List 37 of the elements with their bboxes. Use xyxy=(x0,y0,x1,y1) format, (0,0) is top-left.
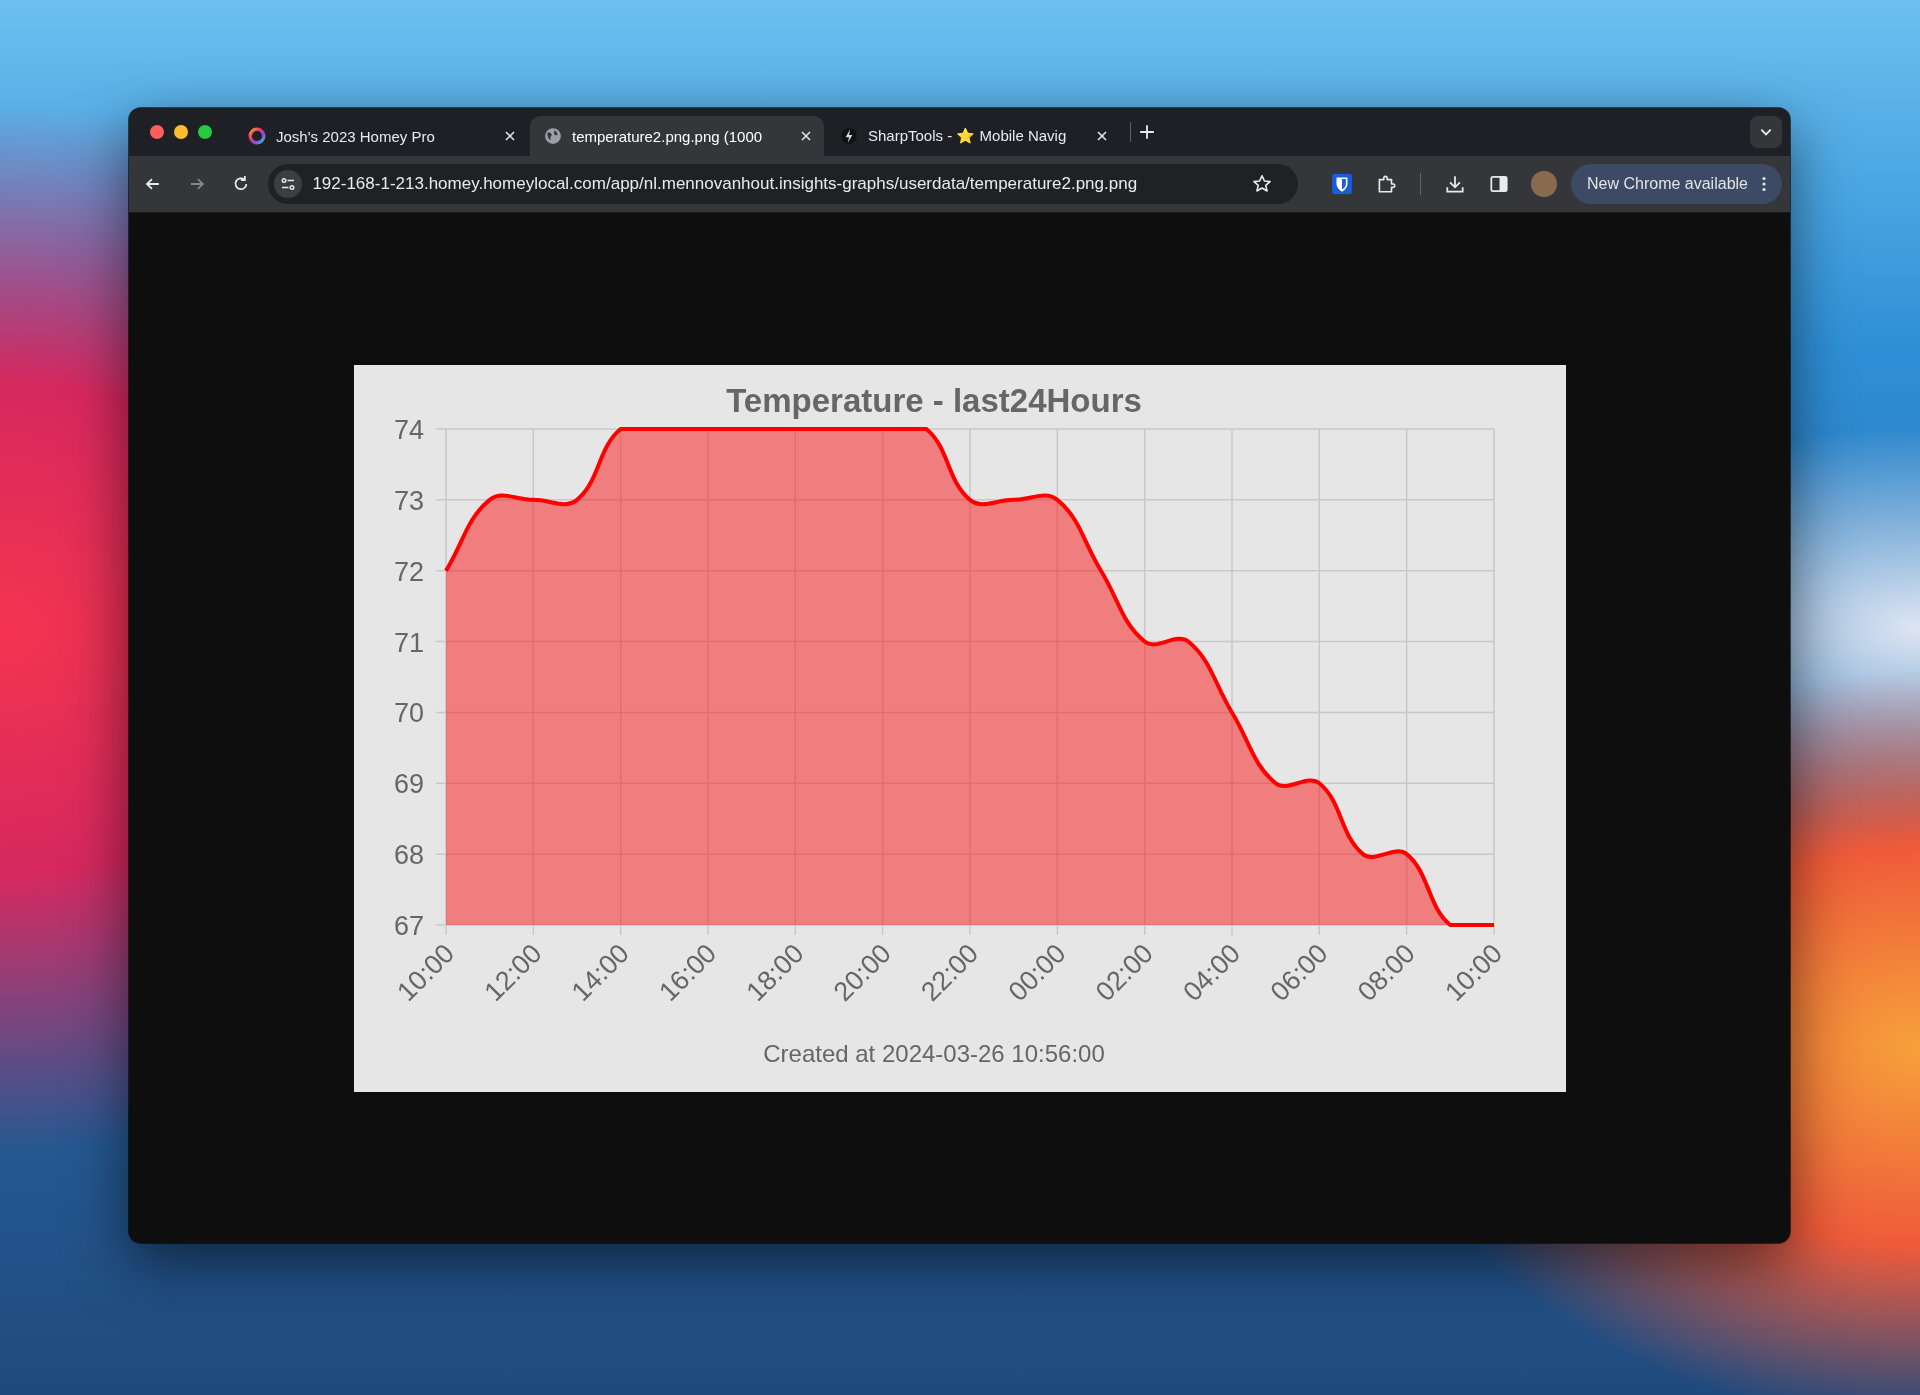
side-panel-icon[interactable] xyxy=(1488,173,1511,195)
minimize-window-button[interactable] xyxy=(174,125,188,139)
shield-icon[interactable] xyxy=(1331,173,1354,195)
site-settings-icon[interactable] xyxy=(274,170,303,198)
y-axis-label: 67 xyxy=(393,910,424,941)
close-icon[interactable] xyxy=(1096,130,1108,142)
bolt-icon xyxy=(840,127,858,145)
globe-icon xyxy=(544,127,562,145)
profile-avatar[interactable] xyxy=(1531,171,1557,197)
y-axis-label: 70 xyxy=(393,697,424,728)
close-icon[interactable] xyxy=(504,130,516,142)
bookmark-star-icon[interactable] xyxy=(1251,173,1274,195)
browser-tab[interactable]: SharpTools - ⭐ Mobile Navig xyxy=(826,116,1120,156)
chart-title: Temperature - last24Hours xyxy=(725,381,1142,419)
url-text: 192-168-1-213.homey.homeylocal.com/app/nl.mennovanhout.insights-graphs/userdata/temperature2.png.png xyxy=(312,174,1139,194)
created-at-caption: Created at 2024-03-26 10:56:00 xyxy=(762,1039,1105,1067)
y-axis-label: 72 xyxy=(393,556,424,587)
close-icon[interactable] xyxy=(800,130,812,142)
address-bar[interactable]: 192-168-1-213.homey.homeylocal.com/app/nl.mennovanhout.insights-graphs/userdata/temperature2.png.png xyxy=(268,164,1299,204)
y-axis-label: 74 xyxy=(393,414,424,445)
new-tab-icon[interactable] xyxy=(1139,124,1155,140)
tab-title: temperature2.png.png (1000 xyxy=(572,127,764,145)
y-axis-label: 68 xyxy=(393,839,424,870)
tab-title: Josh's 2023 Homey Pro xyxy=(276,127,436,145)
browser-tab[interactable]: temperature2.png.png (1000 xyxy=(530,116,824,156)
more-icon[interactable] xyxy=(1762,176,1766,192)
y-axis-label: 71 xyxy=(393,627,424,658)
ring-icon xyxy=(248,127,266,145)
y-axis-label: 73 xyxy=(393,485,424,516)
tab-title: SharpTools - ⭐ Mobile Navig xyxy=(868,127,1068,145)
update-button[interactable]: New Chrome available xyxy=(1571,164,1782,204)
browser-tab[interactable]: Josh's 2023 Homey Pro xyxy=(234,116,528,156)
download-icon[interactable] xyxy=(1444,173,1467,195)
zoom-window-button[interactable] xyxy=(198,125,212,139)
close-window-button[interactable] xyxy=(150,125,164,139)
y-axis-label: 69 xyxy=(393,768,424,799)
tab-search-button[interactable] xyxy=(1750,116,1782,148)
